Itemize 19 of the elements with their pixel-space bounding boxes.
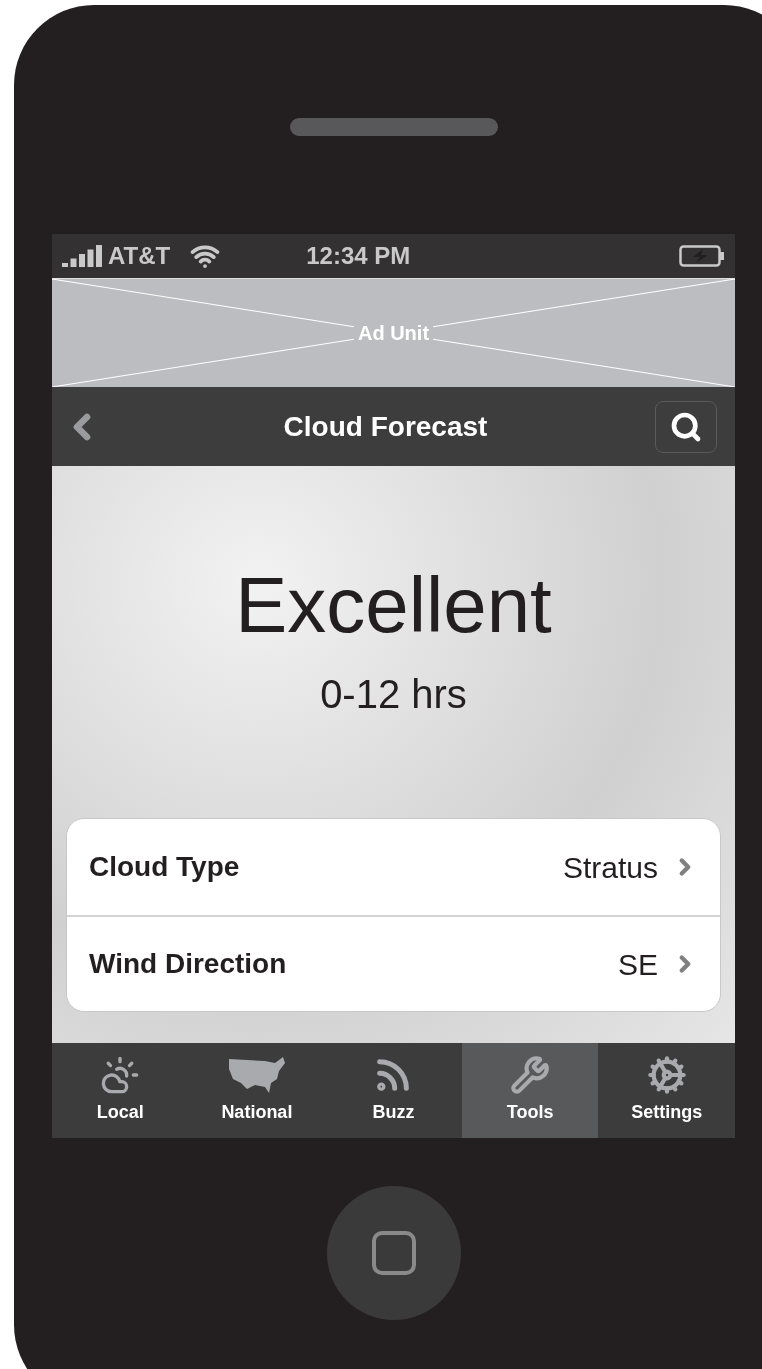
detail-row[interactable]: Cloud Type Stratus [67,819,720,915]
tab[interactable]: Tools [461,1043,599,1138]
status-time: 12:34 PM [306,241,411,271]
carrier-name: AT&T [108,241,171,271]
sun-cloud-icon [100,1055,141,1095]
search-button[interactable] [655,400,717,453]
detail-label: Wind Direction [89,947,287,981]
detail-label: Cloud Type [89,850,240,884]
forecast-range: 0-12 hrs [320,674,467,714]
detail-value: SE [617,946,658,983]
signal-icon [62,245,104,267]
battery-icon [679,245,725,267]
search-icon [670,410,702,443]
wrench-icon [510,1055,551,1095]
detail-value: Stratus [562,849,658,886]
rounded-square-icon [371,1231,416,1275]
forecast-rating: Excellent [235,566,552,644]
detail-row[interactable]: Wind Direction SE [67,915,720,1011]
screen-title: Cloud Forecast [283,409,488,444]
